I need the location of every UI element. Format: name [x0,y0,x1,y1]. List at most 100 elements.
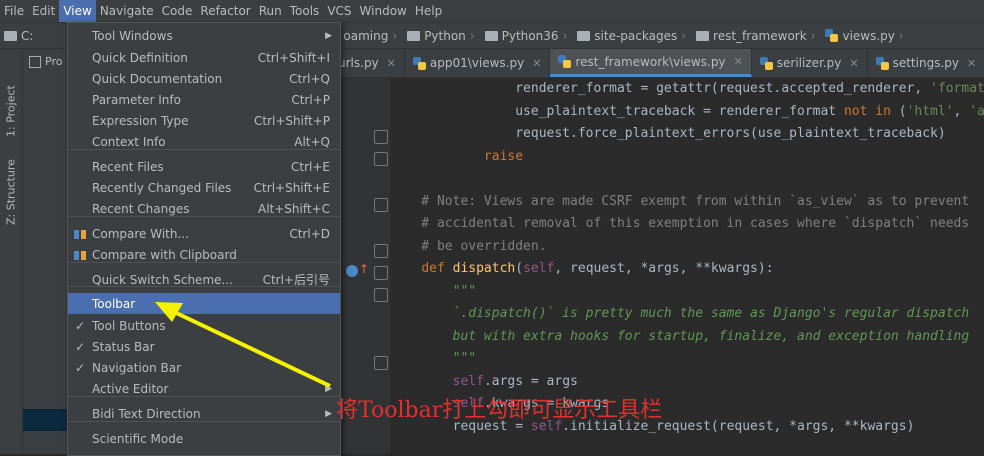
menu-help[interactable]: Help [411,0,446,22]
submenu-arrow-icon: ▶ [325,30,332,41]
breadcrumb-label: site-packages [594,28,678,43]
close-icon[interactable]: ✕ [849,57,858,70]
close-icon[interactable]: ✕ [967,57,976,70]
breadcrumb-roaming[interactable]: oaming › [339,29,403,43]
menu-item-tool-windows[interactable]: Tool Windows ▶ [68,25,340,46]
code-line: """ [390,351,477,366]
fold-icon[interactable] [374,288,388,302]
fold-icon[interactable] [374,244,388,258]
menu-item-navigation-bar[interactable]: ✓ Navigation Bar [68,357,340,378]
tab-rest-framework-views-py[interactable]: rest_framework\views.py ✕ [550,49,752,77]
fold-icon[interactable] [374,152,388,166]
menu-vcs[interactable]: VCS [323,0,355,22]
code-text: renderer_format = getattr(request.accept… [390,78,984,438]
left-tool-strip: 1: Project Z: Structure [0,49,23,454]
menu-item-bidi-text-direction[interactable]: Bidi Text Direction ▶ [68,403,340,424]
menu-view[interactable]: View [59,0,96,22]
close-icon[interactable]: ✕ [734,55,743,68]
menu-item-tool-buttons[interactable]: ✓ Tool Buttons [68,315,340,336]
tab-label: serilizer.py [776,56,842,70]
arrow-up-icon[interactable]: ↑ [359,262,369,276]
menu-item-quick-switch-scheme[interactable]: Quick Switch Scheme... Ctrl+后引号 [68,269,340,290]
checkmark-icon: ✓ [75,318,86,333]
menu-item-shortcut: Alt+Q [294,134,330,149]
menu-item-compare-with[interactable]: Compare With... Ctrl+D [68,223,340,244]
structure-tool-button[interactable]: Z: Structure [2,145,20,225]
code-line: def dispatch(self, request, *args, **kwa… [421,261,774,276]
menu-item-label: Scientific Mode [92,431,184,446]
tab-settings-py[interactable]: settings.py ✕ [868,49,984,77]
breadcrumb-drive[interactable]: C: [0,29,39,43]
folder-icon [484,30,498,41]
breadcrumb-python[interactable]: Python › [403,29,480,43]
view-menu-dropdown: Tool Windows ▶ Quick Definition Ctrl+Shift+… [67,22,341,456]
selected-tree-row[interactable] [23,409,73,431]
menu-item-label: Status Bar [92,339,155,354]
menu-item-recently-changed-files[interactable]: Recently Changed Files Ctrl+Shift+E [68,177,340,198]
menu-item-shortcut: Ctrl+P [291,92,330,107]
menu-item-toolbar[interactable]: Toolbar [68,293,340,314]
fold-icon[interactable] [374,198,388,212]
menu-item-label: Parameter Info [92,92,181,107]
tab-urls-py[interactable]: urls.py ✕ [330,49,405,77]
chevron-right-icon: › [898,28,904,43]
submenu-arrow-icon: ▶ [325,383,332,394]
menu-item-scientific-mode[interactable]: Scientific Mode [68,428,340,449]
project-tool-button[interactable]: 1: Project [2,57,20,137]
menu-navigate[interactable]: Navigate [96,0,158,22]
structure-tab-label: Z: Structure [4,159,18,225]
menu-tools[interactable]: Tools [286,0,324,22]
menu-item-recent-changes[interactable]: Recent Changes Alt+Shift+C [68,198,340,219]
tab-app01-views-py[interactable]: app01\views.py ✕ [405,49,551,77]
menu-item-parameter-info[interactable]: Parameter Info Ctrl+P [68,89,340,110]
menu-refactor[interactable]: Refactor [196,0,254,22]
folder-icon [4,30,17,41]
menu-item-compare-with-clipboard[interactable]: Compare with Clipboard [68,244,340,265]
close-icon[interactable]: ✕ [387,57,396,70]
menu-edit[interactable]: Edit [28,0,59,22]
menu-item-label: Expression Type [92,113,189,128]
breadcrumb-label: Python [424,28,466,43]
tab-label: settings.py [892,56,959,70]
menu-item-label: Quick Definition [92,50,188,65]
menu-item-label: Navigation Bar [92,360,182,375]
override-method-icon[interactable] [346,265,358,277]
menu-file[interactable]: File [0,0,28,22]
folder-icon [577,30,591,41]
breadcrumb-views-py[interactable]: views.py › [821,29,909,43]
menu-window[interactable]: Window [356,0,411,22]
tab-label: urls.py [338,56,379,70]
breadcrumb-python36[interactable]: Python36 › [481,29,574,43]
python-file-icon [759,56,773,70]
compare-icon [73,227,87,241]
menu-item-status-bar[interactable]: ✓ Status Bar [68,336,340,357]
menu-item-recent-files[interactable]: Recent Files Ctrl+E [68,156,340,177]
checkmark-icon: ✓ [75,360,86,375]
tab-label: rest_framework\views.py [575,54,726,69]
breadcrumb-label: Python36 [501,28,559,43]
project-tab-label: 1: Project [4,85,18,137]
breadcrumb-label: rest_framework [713,28,807,43]
folder-icon [407,30,421,41]
chevron-right-icon: › [562,28,568,43]
breadcrumb-site-packages[interactable]: site-packages › [573,29,692,43]
menu-item-quick-documentation[interactable]: Quick Documentation Ctrl+Q [68,68,340,89]
menu-code[interactable]: Code [158,0,197,22]
tab-serilizer-py[interactable]: serilizer.py ✕ [752,49,868,77]
menu-item-active-editor[interactable]: Active Editor ▶ [68,378,340,399]
menu-item-quick-definition[interactable]: Quick Definition Ctrl+Shift+I [68,47,340,68]
fold-icon[interactable] [374,130,388,144]
fold-icon[interactable] [374,266,388,280]
menu-run[interactable]: Run [255,0,286,22]
python-file-icon [825,29,839,42]
menu-item-label: Context Info [92,134,166,149]
close-icon[interactable]: ✕ [532,57,541,70]
breadcrumb-label: oaming [343,28,389,43]
fold-icon[interactable] [374,356,388,370]
menu-item-context-info[interactable]: Context Info Alt+Q [68,131,340,152]
folder-icon [696,30,710,41]
menu-item-expression-type[interactable]: Expression Type Ctrl+Shift+P [68,110,340,131]
chevron-right-icon: › [392,28,398,43]
breadcrumb-rest-framework[interactable]: rest_framework › [692,29,821,43]
